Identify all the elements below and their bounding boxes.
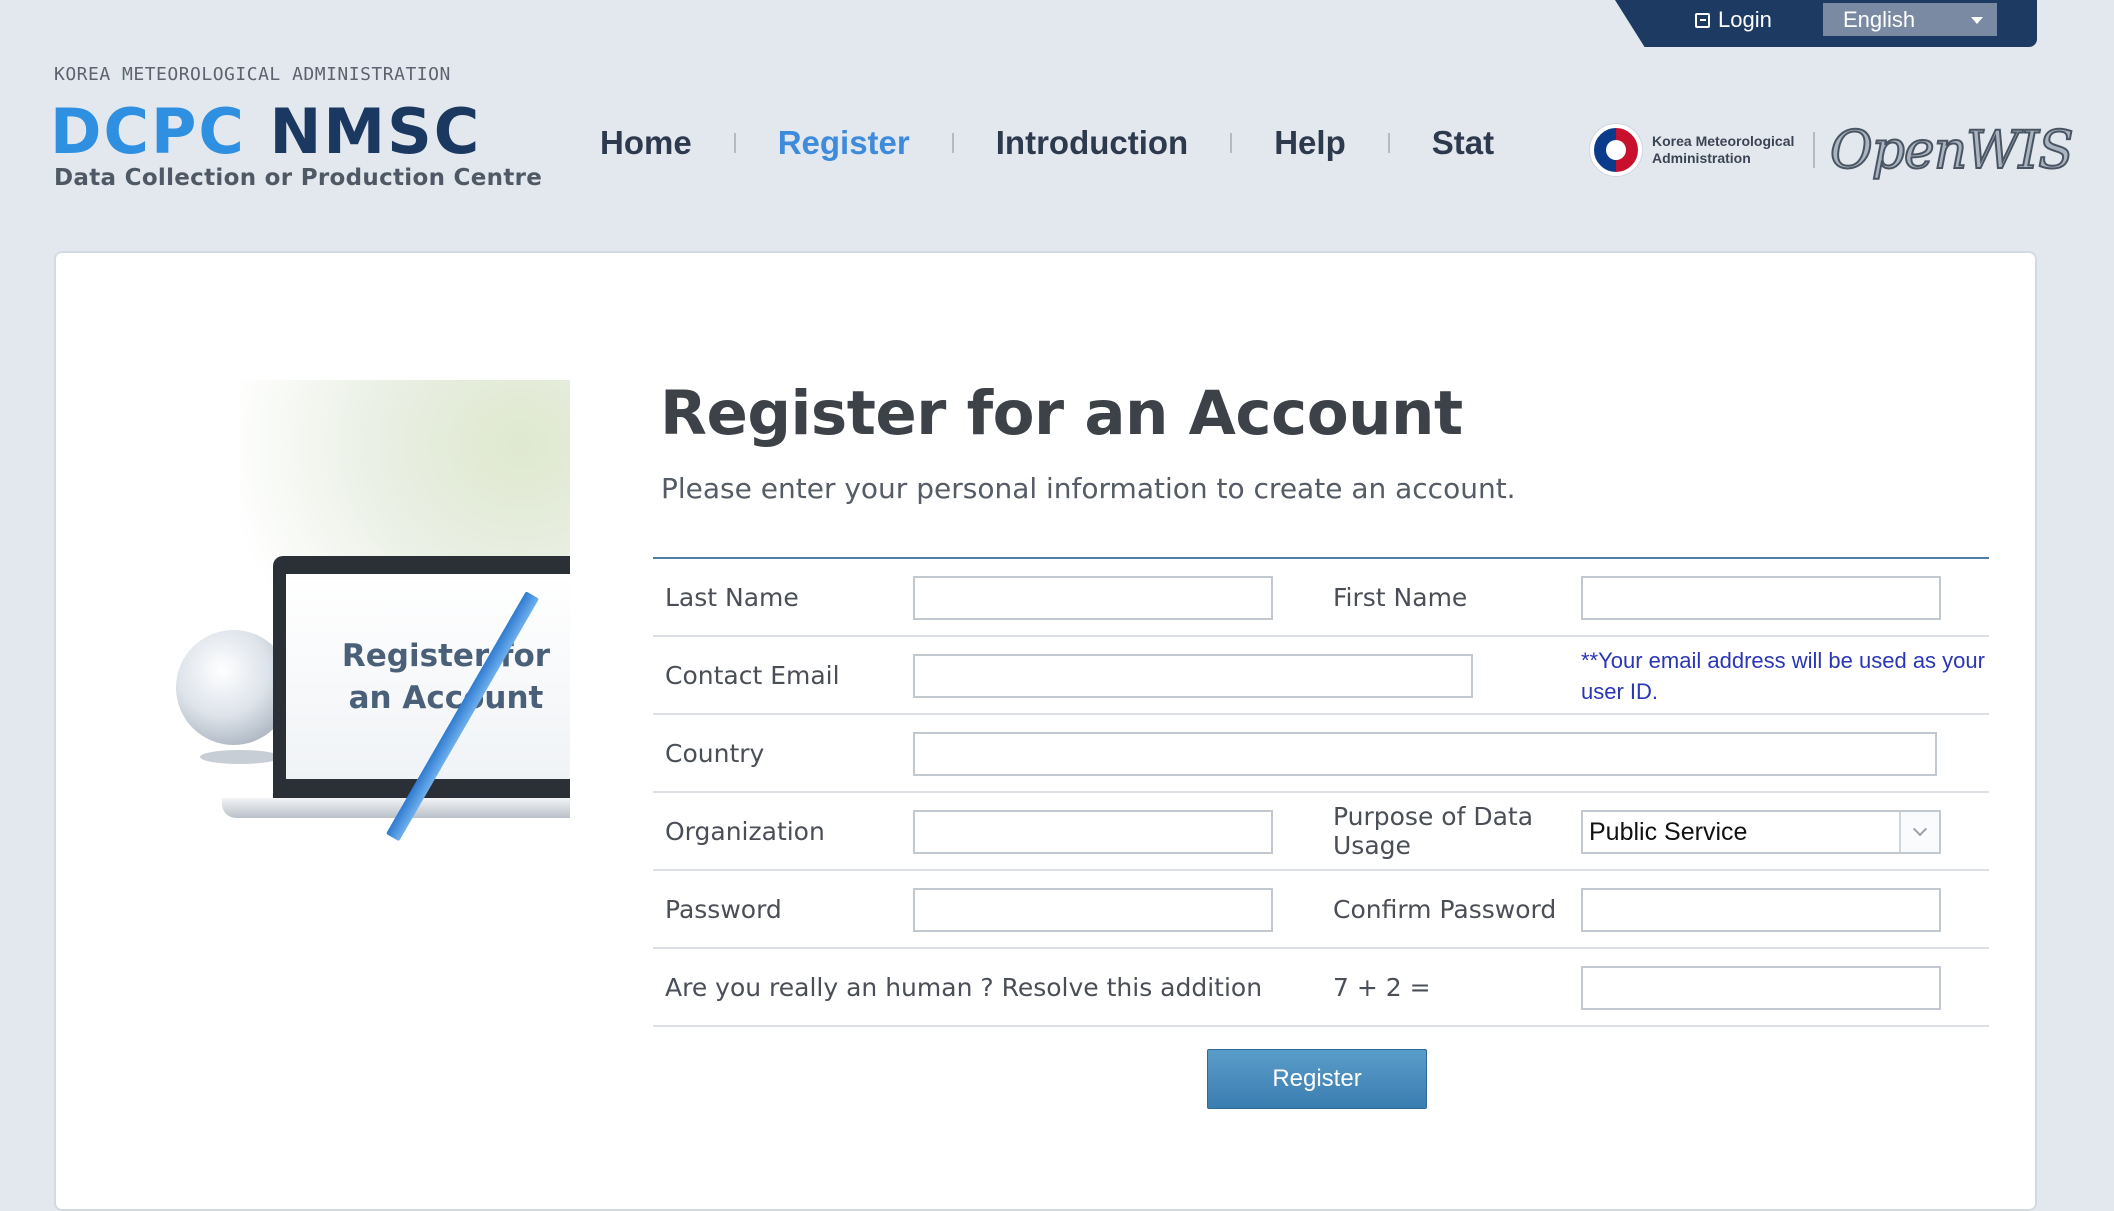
register-button[interactable]: Register (1207, 1049, 1427, 1109)
first-name-label: First Name (1333, 583, 1468, 612)
registration-form: Last Name First Name Contact Email **You… (653, 557, 1989, 1027)
login-link[interactable]: Login (1695, 4, 1772, 36)
laptop-text-line2: an Account (348, 679, 544, 716)
password-label: Password (665, 895, 782, 924)
form-row-email: Contact Email **Your email address will … (653, 637, 1989, 715)
organization-label: Organization (665, 817, 825, 846)
organization-input[interactable] (913, 810, 1273, 854)
form-row-country: Country (653, 715, 1989, 793)
nav-introduction[interactable]: Introduction (996, 124, 1188, 162)
nav-divider (1387, 133, 1390, 153)
email-note: **Your email address will be used as you… (1581, 648, 1985, 704)
purpose-label-line2: Usage (1333, 831, 1411, 860)
form-row-name: Last Name First Name (653, 559, 1989, 637)
logo-divider (1813, 132, 1815, 168)
last-name-input[interactable] (913, 576, 1273, 620)
nav-divider (1230, 133, 1233, 153)
brand-dcpc: DCPC (50, 95, 246, 168)
last-name-label: Last Name (665, 583, 799, 612)
caret-down-icon (1971, 17, 1983, 24)
openwis-logo[interactable]: OpenWIS (1829, 112, 2075, 190)
country-label: Country (665, 739, 765, 768)
laptop-screen-text: Register for an Account (322, 635, 550, 719)
login-icon (1695, 12, 1710, 28)
captcha-label: Are you really an human ? Resolve this a… (665, 973, 1263, 1002)
nav-divider (951, 133, 954, 153)
kma-logo-text: Korea Meteorological Administration (1652, 133, 1795, 166)
language-value: English (1843, 6, 1916, 32)
brand-subtitle: Data Collection or Production Centre (54, 165, 543, 191)
email-label: Contact Email (665, 661, 840, 690)
nav-divider (733, 133, 736, 153)
form-row-captcha: Are you really an human ? Resolve this a… (653, 949, 1989, 1027)
purpose-select[interactable]: Public Service (1581, 810, 1941, 854)
agency-name: KOREA METEOROLOGICAL ADMINISTRATION (54, 64, 451, 85)
nav-help[interactable]: Help (1274, 124, 1346, 162)
confirm-password-label: Confirm Password (1333, 895, 1557, 924)
first-name-input[interactable] (1581, 576, 1941, 620)
laptop-text-line1: Register for (341, 637, 551, 674)
kma-logo[interactable]: Korea Meteorological Administration (1590, 124, 1802, 176)
email-input[interactable] (913, 654, 1473, 698)
purpose-select-toggle[interactable] (1899, 812, 1939, 852)
confirm-password-input[interactable] (1581, 888, 1941, 932)
captcha-input[interactable] (1581, 966, 1941, 1010)
nav-home[interactable]: Home (600, 124, 692, 162)
password-input[interactable] (913, 888, 1273, 932)
page-title: Register for an Account (660, 378, 1463, 449)
language-select[interactable]: English (1823, 3, 1997, 36)
form-row-password: Password Confirm Password (653, 871, 1989, 949)
purpose-label: Purpose of Data Usage (1333, 802, 1533, 860)
login-label: Login (1718, 7, 1772, 32)
globe-stand (200, 750, 280, 764)
nav-register[interactable]: Register (778, 124, 910, 162)
register-illustration: Register for an Account (130, 380, 570, 890)
page-subtitle: Please enter your personal information t… (661, 472, 1516, 505)
site-logo[interactable]: DCPC NMSC (50, 96, 481, 168)
purpose-select-value: Public Service (1589, 817, 1748, 846)
taegeuk-emblem-icon (1590, 124, 1642, 176)
captcha-question: 7 + 2 = (1333, 973, 1431, 1002)
nav-stat[interactable]: Stat (1432, 124, 1494, 162)
brand-nmsc: NMSC (269, 95, 482, 168)
chevron-down-icon (1912, 822, 1928, 837)
main-nav: Home Register Introduction Help Stat (600, 124, 1494, 162)
form-row-organization: Organization Purpose of Data Usage Publi… (653, 793, 1989, 871)
country-input[interactable] (913, 732, 1937, 776)
purpose-label-line1: Purpose of Data (1333, 802, 1534, 831)
